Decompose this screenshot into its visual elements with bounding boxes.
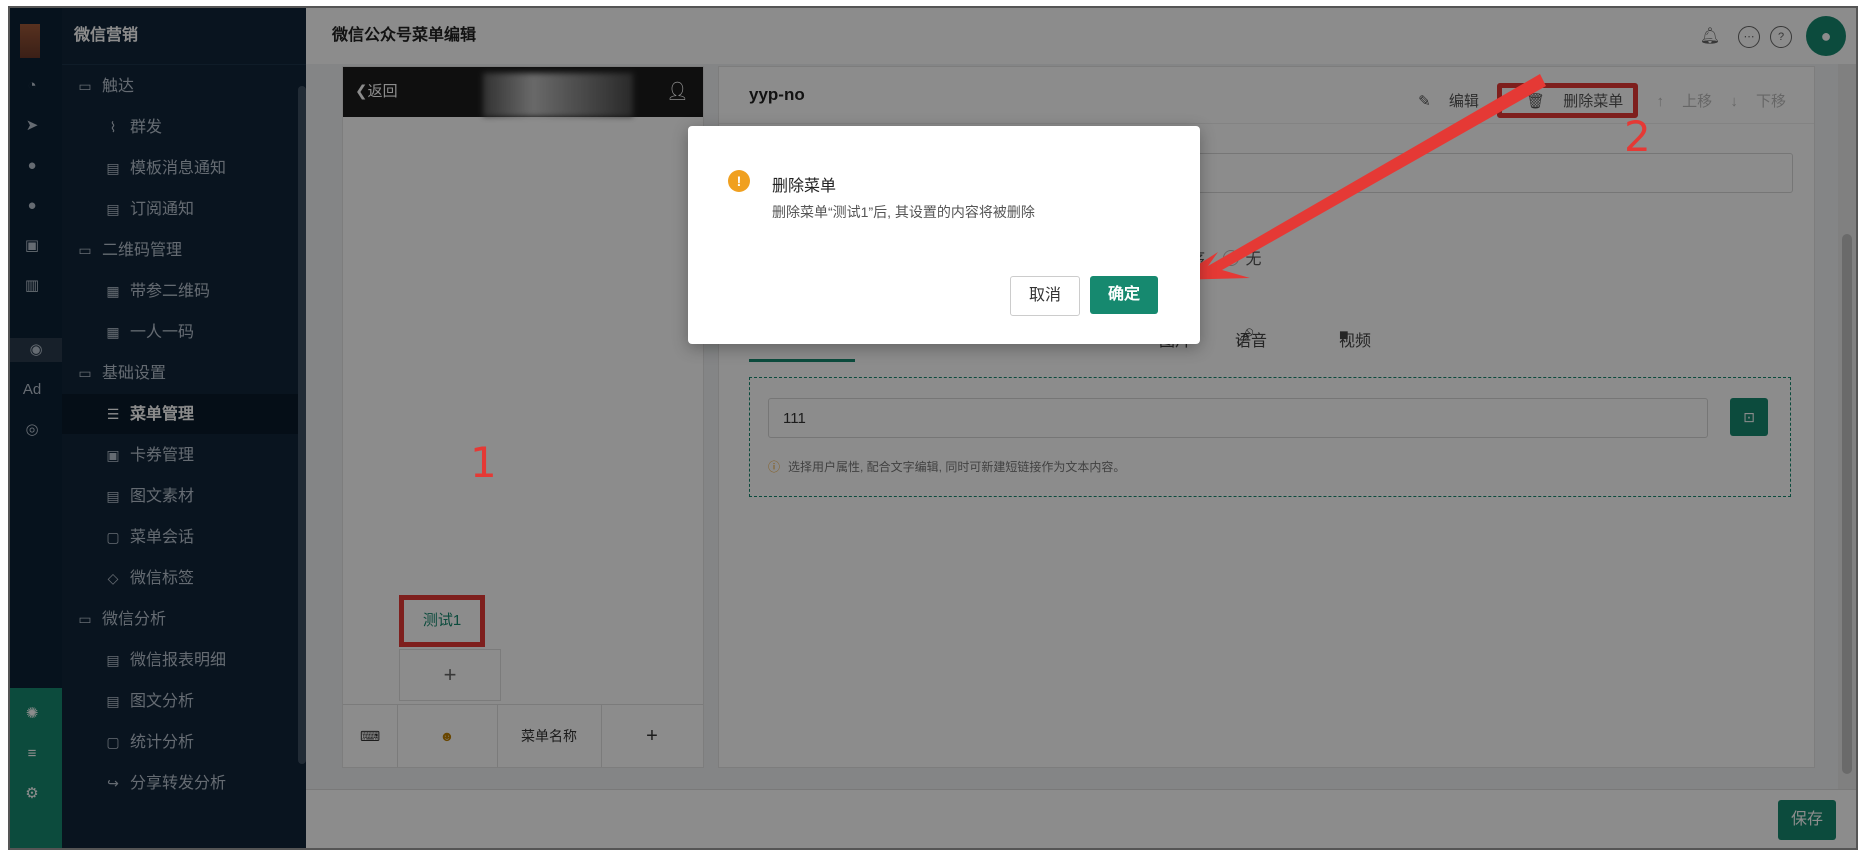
delete-confirm-dialog: ! 删除菜单 删除菜单“测试1”后, 其设置的内容将被删除 取消 确定 bbox=[688, 126, 1200, 344]
dialog-title: 删除菜单 bbox=[772, 178, 837, 195]
app-window: ◔ ➤ ● ● ▣ ▥ ◉ Ad ◎ ✺ ≡ ⚙ 微信营销 ▭ 触达 ⌇ 群发 ▤ 模板消… bbox=[8, 6, 1858, 850]
arrow-shape bbox=[1174, 74, 1546, 280]
warning-icon: ! bbox=[728, 170, 750, 192]
confirm-button[interactable]: 确定 bbox=[1090, 276, 1158, 314]
cancel-button[interactable]: 取消 bbox=[1010, 276, 1080, 316]
dialog-message: 删除菜单“测试1”后, 其设置的内容将被删除 bbox=[772, 204, 1035, 220]
